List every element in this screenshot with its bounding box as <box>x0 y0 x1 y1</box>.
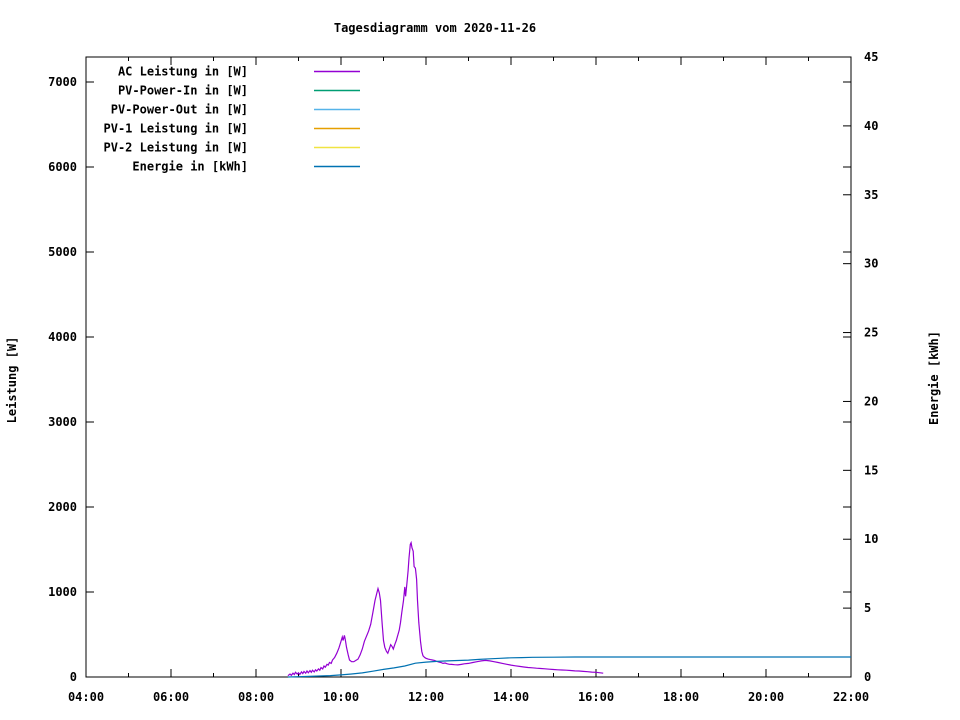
y2-tick-label: 40 <box>864 119 878 133</box>
x-tick-label: 14:00 <box>493 690 529 704</box>
y-tick-label: 4000 <box>48 330 77 344</box>
y-tick-label: 5000 <box>48 245 77 259</box>
y2-tick-label: 15 <box>864 463 878 477</box>
y2-tick-label: 35 <box>864 188 878 202</box>
legend-label: AC Leistung in [W] <box>118 65 248 79</box>
y-tick-label: 6000 <box>48 160 77 174</box>
x-tick-label: 18:00 <box>663 690 699 704</box>
y2-tick-label: 5 <box>864 601 871 615</box>
legend-item: PV-Power-Out in [W] <box>111 103 360 117</box>
y2-tick-label: 0 <box>864 670 871 684</box>
x-tick-label: 20:00 <box>748 690 784 704</box>
y2-tick-label: 10 <box>864 532 878 546</box>
y2-axis-label: Energie [kWh] <box>927 331 941 425</box>
chart-page: Tagesdiagramm vom 2020-11-26 Leistung [W… <box>0 0 960 720</box>
series-line-y2 <box>287 656 851 678</box>
legend-item: PV-2 Leistung in [W] <box>104 141 360 155</box>
legend-label: PV-2 Leistung in [W] <box>104 141 249 155</box>
chart-title: Tagesdiagramm vom 2020-11-26 <box>334 21 536 35</box>
legend-label: PV-Power-In in [W] <box>118 84 248 98</box>
y2-tick-label: 30 <box>864 257 878 271</box>
x-tick-label: 22:00 <box>833 690 869 704</box>
x-tick-label: 16:00 <box>578 690 614 704</box>
y-axis-label: Leistung [W] <box>5 337 19 424</box>
legend-item: AC Leistung in [W] <box>118 65 360 79</box>
legend-label: Energie in [kWh] <box>132 160 248 174</box>
legend-label: PV-1 Leistung in [W] <box>104 122 249 136</box>
series-line-y1 <box>287 540 604 677</box>
y2-tick-label: 20 <box>864 394 878 408</box>
y2-tick-label: 45 <box>864 50 878 64</box>
x-tick-label: 04:00 <box>68 690 104 704</box>
x-tick-label: 12:00 <box>408 690 444 704</box>
y2-tick-label: 25 <box>864 326 878 340</box>
legend-item: PV-1 Leistung in [W] <box>104 122 360 136</box>
chart-canvas: Tagesdiagramm vom 2020-11-26 Leistung [W… <box>5 21 941 704</box>
x-tick-label: 06:00 <box>153 690 189 704</box>
x-tick-label: 10:00 <box>323 690 359 704</box>
x-tick-label: 08:00 <box>238 690 274 704</box>
y-tick-label: 2000 <box>48 500 77 514</box>
legend-item: Energie in [kWh] <box>132 160 360 174</box>
y-tick-label: 1000 <box>48 585 77 599</box>
y-tick-label: 0 <box>70 670 77 684</box>
y-tick-label: 7000 <box>48 75 77 89</box>
chart-legend: AC Leistung in [W] PV-Power-In in [W] PV-P… <box>104 65 360 174</box>
legend-item: PV-Power-In in [W] <box>118 84 360 98</box>
y-tick-label: 3000 <box>48 415 77 429</box>
legend-label: PV-Power-Out in [W] <box>111 103 248 117</box>
